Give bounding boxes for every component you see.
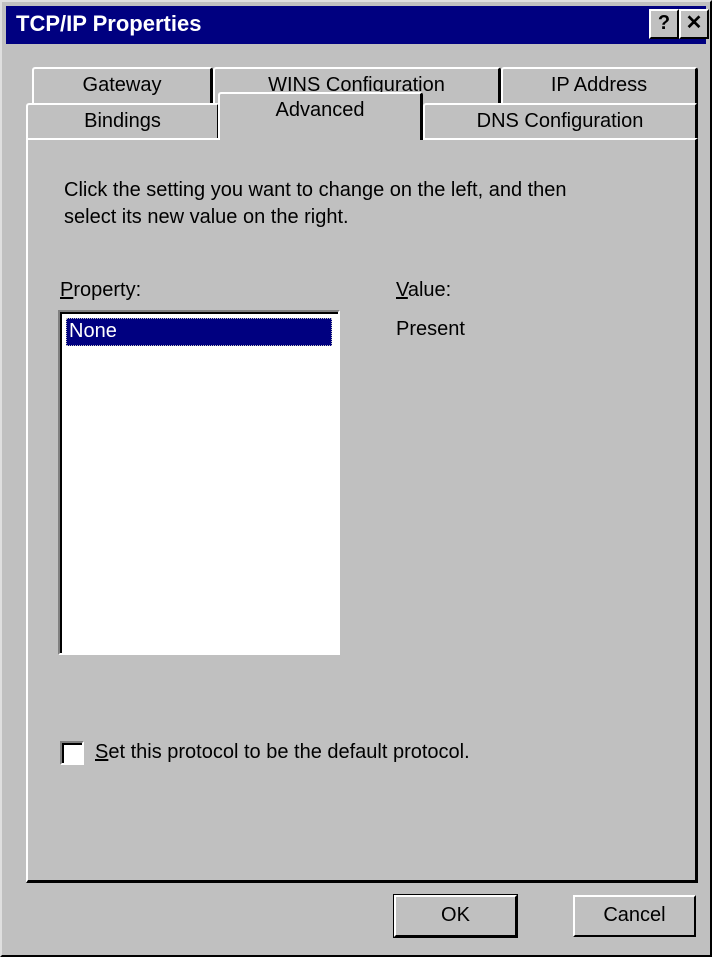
instruction-line-2: select its new value on the right.: [64, 206, 349, 228]
default-protocol-label[interactable]: Set this protocol to be the default prot…: [95, 741, 470, 764]
value-text: Present: [396, 318, 465, 340]
window-title: TCP/IP Properties: [16, 11, 202, 36]
tab-bindings-label: Bindings: [84, 110, 161, 132]
cancel-button[interactable]: Cancel: [573, 895, 696, 937]
default-protocol-checkbox[interactable]: [60, 741, 84, 765]
property-label: Property:: [60, 279, 141, 302]
tab-ip-address[interactable]: IP Address: [501, 67, 698, 107]
tab-advanced-label: Advanced: [275, 99, 365, 121]
property-label-accel: P: [60, 279, 74, 301]
property-listbox[interactable]: None: [58, 310, 340, 655]
list-item[interactable]: None: [66, 318, 332, 346]
ok-button[interactable]: OK: [393, 894, 518, 938]
tab-ip-address-label: IP Address: [550, 74, 648, 96]
tab-gateway-label: Gateway: [82, 74, 162, 96]
checkbox-label-rest: et this protocol to be the default proto…: [108, 741, 470, 763]
tab-advanced[interactable]: Advanced: [218, 92, 423, 140]
property-label-rest: roperty:: [73, 279, 142, 301]
checkbox-inner: [62, 743, 82, 763]
tab-gateway[interactable]: Gateway: [32, 67, 213, 107]
tcpip-properties-dialog: TCP/IP Properties ? ✕ Gateway WINS Confi…: [0, 0, 712, 957]
instruction-line-1: Click the setting you want to change on …: [64, 179, 567, 201]
tab-dns-configuration-label: DNS Configuration: [476, 110, 644, 132]
tab-dns-configuration[interactable]: DNS Configuration: [423, 103, 698, 141]
checkbox-label-accel: S: [95, 741, 109, 763]
close-icon: ✕: [685, 12, 703, 34]
value-label-accel: V: [396, 279, 408, 301]
property-listbox-inner: [60, 312, 338, 653]
close-button[interactable]: ✕: [679, 9, 709, 39]
value-label: Value:: [396, 279, 451, 302]
help-icon: ?: [657, 12, 671, 34]
help-button[interactable]: ?: [649, 9, 679, 39]
tab-bindings[interactable]: Bindings: [26, 103, 220, 141]
title-bar[interactable]: TCP/IP Properties ? ✕: [6, 6, 709, 44]
value-label-rest: alue:: [407, 279, 452, 301]
